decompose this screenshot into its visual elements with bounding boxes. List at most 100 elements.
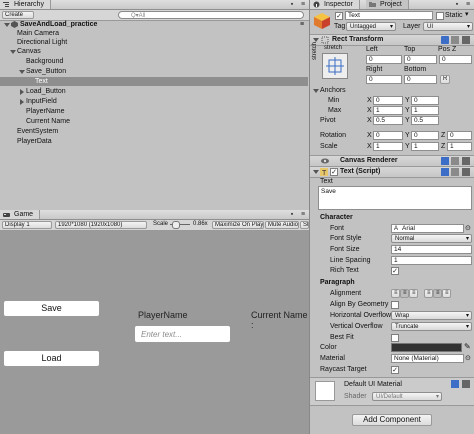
resolution-dropdown[interactable]: 1920*1080 (1920x1080) [55,221,147,229]
rot-z-field[interactable]: 0 [447,131,472,140]
font-style-dropdown[interactable]: Normal [391,234,472,243]
create-button[interactable]: Create [2,11,34,19]
tab-project[interactable]: Project [366,0,409,9]
panel-menu-icon[interactable]: ▪ [452,0,462,9]
rot-x-field[interactable]: 0 [373,131,403,140]
tree-item[interactable]: PlayerName [0,107,308,116]
min-x-field[interactable]: 0 [373,96,403,105]
panel-options-icon[interactable]: ≡ [298,210,308,219]
panel-menu-icon[interactable]: ▪ [287,0,297,9]
align-middle-button[interactable]: ≡ [433,289,442,298]
align-geometry-checkbox[interactable] [391,301,399,309]
material-field[interactable]: None (Material) [391,354,464,363]
anchor-presets-button[interactable] [322,53,348,79]
bottom-field[interactable]: 0 [404,75,437,84]
best-fit-checkbox[interactable] [391,334,399,342]
v-overflow-dropdown[interactable]: Truncate [391,322,472,331]
posz-field[interactable]: 0 [439,55,472,64]
layer-dropdown[interactable]: UI [423,22,473,31]
expand-arrow-icon[interactable] [313,170,319,174]
expand-arrow-icon[interactable] [10,50,16,54]
shader-dropdown[interactable]: UI/Default [372,392,442,401]
align-top-button[interactable]: ≡ [424,289,433,298]
pivot-x-field[interactable]: 0.5 [373,116,403,125]
min-y-field[interactable]: 0 [411,96,439,105]
align-center-button[interactable]: ≡ [400,289,409,298]
settings-gear-icon[interactable] [462,157,470,165]
display-dropdown[interactable]: Display 1 [2,221,52,229]
settings-gear-icon[interactable] [462,168,470,176]
mute-audio-toggle[interactable]: Mute Audio [265,221,299,229]
tree-item[interactable]: Load_Button [0,87,308,96]
scene-row[interactable]: SaveAndLoad_practice ≡ [0,20,308,29]
add-component-button[interactable]: Add Component [352,414,432,426]
tree-item[interactable]: Canvas [0,47,308,56]
panel-options-icon[interactable]: ≡ [463,0,473,9]
collapse-arrow-icon[interactable] [20,89,24,95]
help-icon[interactable] [441,36,449,44]
object-picker-icon[interactable]: ⊙ [465,224,471,232]
help-icon[interactable] [441,157,449,165]
panel-options-icon[interactable]: ≡ [298,0,308,9]
help-icon[interactable] [451,380,459,388]
scale-z-field[interactable]: 1 [447,142,472,151]
tab-hierarchy[interactable]: Hierarchy [0,0,51,9]
stats-toggle[interactable]: Stat [300,221,309,229]
tree-item[interactable]: Current Name [0,117,308,126]
pivot-y-field[interactable]: 0.5 [411,116,439,125]
align-right-button[interactable]: ≡ [409,289,418,298]
line-spacing-field[interactable]: 1 [391,256,472,265]
expand-arrow-icon[interactable] [4,23,10,27]
preset-icon[interactable] [451,36,459,44]
rot-y-field[interactable]: 0 [411,131,439,140]
text-enabled-checkbox[interactable]: ✓ [330,168,338,176]
rich-text-checkbox[interactable]: ✓ [391,267,399,275]
scale-slider[interactable] [170,221,190,229]
tab-inspector[interactable]: Inspector [310,0,360,9]
tree-item[interactable]: PlayerData [0,137,308,146]
raycast-checkbox[interactable]: ✓ [391,366,399,374]
h-overflow-dropdown[interactable]: Wrap [391,311,472,320]
save-button[interactable]: Save [3,300,100,317]
text-area[interactable]: Save [318,186,472,210]
tree-item[interactable]: Background [0,57,308,66]
tree-item-selected[interactable]: Text [0,77,308,86]
preset-icon[interactable] [451,157,459,165]
collapse-arrow-icon[interactable] [20,99,24,105]
tree-item[interactable]: Save_Button [0,67,308,76]
hierarchy-search-input[interactable]: Q▾All [118,11,304,19]
object-picker-icon[interactable]: ⊙ [465,354,471,362]
player-name-input[interactable]: Enter text... [134,325,231,343]
tree-item[interactable]: EventSystem [0,127,308,136]
tag-dropdown[interactable]: Untagged [346,22,396,31]
tab-game[interactable]: Game [0,210,41,219]
raw-edit-button[interactable]: R [440,75,450,84]
eyedropper-icon[interactable]: ✎ [464,342,471,351]
static-checkbox[interactable] [436,12,444,20]
font-size-field[interactable]: 14 [391,245,472,254]
align-bottom-button[interactable]: ≡ [442,289,451,298]
scene-menu-icon[interactable]: ≡ [300,20,304,29]
align-left-button[interactable]: ≡ [391,289,400,298]
right-field[interactable]: 0 [366,75,402,84]
settings-gear-icon[interactable] [462,380,470,388]
scale-slider-thumb[interactable] [172,221,180,229]
text-script-header[interactable]: T ✓ Text (Script) [310,166,474,178]
expand-arrow-icon[interactable] [313,89,319,93]
max-x-field[interactable]: 1 [373,106,403,115]
active-checkbox[interactable]: ✓ [335,12,343,20]
top-field[interactable]: 0 [404,55,437,64]
left-field[interactable]: 0 [366,55,402,64]
max-y-field[interactable]: 1 [411,106,439,115]
tree-item[interactable]: InputField [0,97,308,106]
expand-arrow-icon[interactable] [19,70,25,74]
panel-menu-icon[interactable]: ▪ [287,210,297,219]
font-field[interactable]: A Arial [391,224,464,233]
settings-gear-icon[interactable] [462,36,470,44]
help-icon[interactable] [441,168,449,176]
preset-icon[interactable] [451,168,459,176]
tree-item[interactable]: Main Camera [0,29,308,38]
tree-item[interactable]: Directional Light [0,38,308,47]
load-button[interactable]: Load [3,350,100,367]
color-field[interactable] [391,343,462,352]
